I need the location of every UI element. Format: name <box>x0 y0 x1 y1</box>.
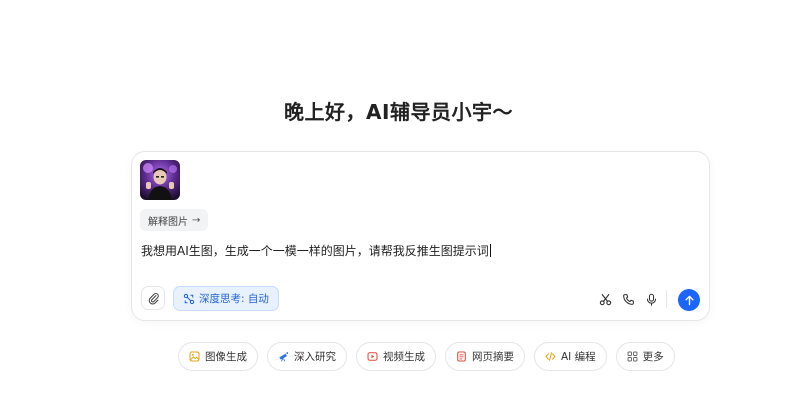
attach-button[interactable] <box>141 286 165 310</box>
quick-label: 深入研究 <box>294 351 336 363</box>
arrow-right-icon: → <box>192 214 201 226</box>
quick-actions: 图像生成 深入研究 视频生成 网页摘要 AI 编程 更多 <box>178 342 675 371</box>
text-caret <box>489 244 491 257</box>
quick-label: 视频生成 <box>383 351 425 363</box>
page: 晚上好，AI辅导员小宇～ 解释图片 → 我想用AI生图，生成一个一模一样的图片，… <box>0 0 797 403</box>
send-button[interactable] <box>678 289 700 311</box>
photo-thumbnail-image <box>140 160 180 200</box>
quick-label: AI 编程 <box>561 351 596 363</box>
quick-ai-coding[interactable]: AI 编程 <box>534 342 607 371</box>
chat-composer: 解释图片 → 我想用AI生图，生成一个一模一样的图片，请帮我反推生图提示词 深度… <box>131 151 710 321</box>
toolbar-divider <box>666 290 667 308</box>
deep-think-toggle[interactable]: 深度思考: 自动 <box>173 286 279 311</box>
explain-image-label: 解释图片 <box>148 216 188 228</box>
code-icon <box>545 351 556 362</box>
send-arrow-icon <box>684 295 694 305</box>
telescope-icon <box>278 351 289 362</box>
microphone-button[interactable] <box>643 291 659 307</box>
quick-image-generation[interactable]: 图像生成 <box>178 342 258 371</box>
quick-label: 网页摘要 <box>472 351 514 363</box>
quick-web-summary[interactable]: 网页摘要 <box>445 342 525 371</box>
document-icon <box>456 351 467 362</box>
quick-video-generation[interactable]: 视频生成 <box>356 342 436 371</box>
scissors-icon <box>599 293 611 305</box>
video-icon <box>367 351 378 362</box>
scissors-button[interactable] <box>597 291 613 307</box>
quick-deep-research[interactable]: 深入研究 <box>267 342 347 371</box>
prompt-input-text: 我想用AI生图，生成一个一模一样的图片，请帮我反推生图提示词 <box>141 244 489 258</box>
photo-thumbnail[interactable] <box>140 160 180 200</box>
phone-button[interactable] <box>620 291 636 307</box>
greeting-title: 晚上好，AI辅导员小宇～ <box>284 100 513 124</box>
quick-label: 更多 <box>642 351 664 363</box>
quick-label: 图像生成 <box>205 351 247 363</box>
paperclip-icon <box>148 292 159 304</box>
prompt-input[interactable]: 我想用AI生图，生成一个一模一样的图片，请帮我反推生图提示词 <box>141 242 681 259</box>
explain-image-chip[interactable]: 解释图片 → <box>140 209 209 231</box>
phone-icon <box>622 293 634 305</box>
quick-more[interactable]: 更多 <box>615 342 675 371</box>
microphone-icon <box>646 293 656 306</box>
grid-icon <box>627 351 638 362</box>
deep-think-label: 深度思考: 自动 <box>199 293 269 305</box>
image-icon <box>189 351 200 362</box>
deep-think-icon <box>183 293 195 304</box>
